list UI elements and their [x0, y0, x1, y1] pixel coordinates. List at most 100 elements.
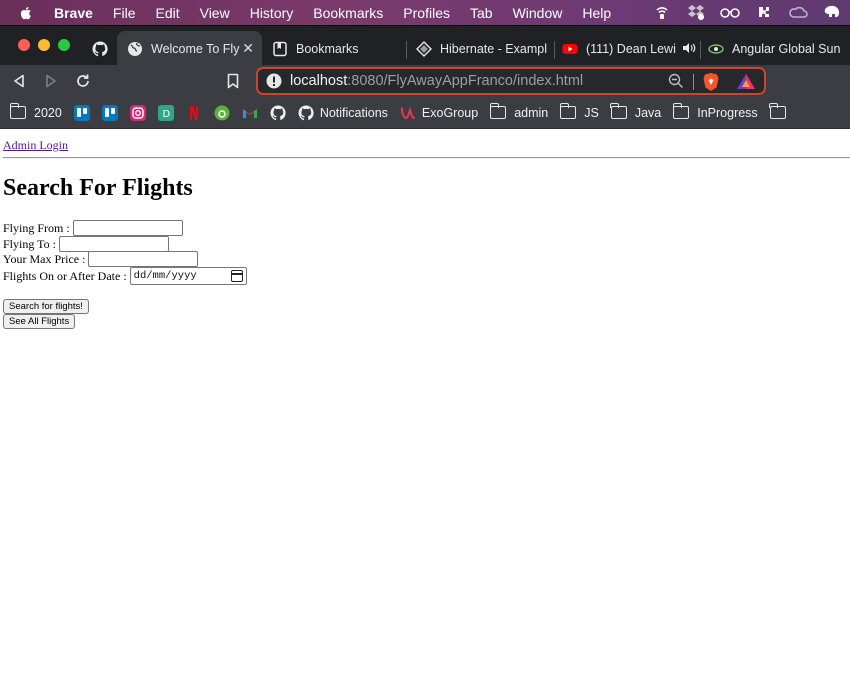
tab-angular[interactable]: Angular Global Sun: [698, 31, 850, 66]
bookmark-label: Notifications: [319, 105, 388, 120]
url-path: :8080/FlyAwayAppFranco/index.html: [347, 73, 584, 89]
instagram-icon: [129, 104, 146, 121]
bookmark-label: admin: [514, 105, 549, 120]
forward-arrow-icon: [46, 74, 56, 88]
horizontal-rule: [3, 157, 850, 159]
brave-shields-icon[interactable]: [702, 72, 720, 92]
brave-rewards-icon[interactable]: [736, 72, 756, 92]
flying-from-label: Flying From :: [3, 220, 70, 235]
creative-cloud-icon[interactable]: [788, 3, 808, 21]
reload-icon: [77, 74, 89, 87]
menu-view[interactable]: View: [200, 5, 230, 21]
bookmark-page-button[interactable]: [223, 71, 243, 91]
tab-hibernate[interactable]: Hibernate - Exampl: [406, 31, 554, 66]
close-tab-icon[interactable]: ✕: [242, 40, 254, 57]
folder-icon: [559, 103, 577, 119]
url-host: localhost: [290, 73, 348, 89]
menu-window[interactable]: Window: [513, 5, 563, 21]
bookmark-folder-2020[interactable]: 2020: [9, 103, 62, 120]
github-icon: [92, 40, 108, 56]
bookmark-trello-2[interactable]: [101, 104, 118, 121]
menu-history[interactable]: History: [250, 5, 294, 21]
menu-file[interactable]: File: [113, 5, 136, 21]
bookmark-folder-inprogress[interactable]: InProgress: [672, 103, 758, 120]
folder-icon: [9, 103, 26, 119]
bookmark-instagram[interactable]: [129, 104, 146, 121]
tab-youtube[interactable]: (111) Dean Lewi: [552, 31, 700, 66]
tab-title: Welcome To Fly: [151, 41, 240, 56]
tab-strip: Welcome To Fly ✕ Bookmarks Hibernate - E…: [0, 25, 850, 66]
reload-button[interactable]: [73, 71, 93, 91]
date-row: Flights On or After Date : dd/mm/yyyy: [3, 267, 247, 285]
bookmark-netflix[interactable]: [186, 105, 202, 121]
zoom-out-icon[interactable]: [668, 73, 684, 89]
close-window-button[interactable]: [18, 39, 30, 51]
address-bar[interactable]: localhost:8080/FlyAwayAppFranco/index.ht…: [256, 67, 766, 95]
wireless-icon[interactable]: [652, 3, 672, 21]
bookmark-folder-overflow[interactable]: [769, 103, 794, 119]
tab-pinned-github[interactable]: [84, 31, 116, 66]
menu-app-name[interactable]: Brave: [54, 5, 93, 21]
bookmark-folder-admin[interactable]: admin: [489, 103, 549, 120]
bookmark-label: JS: [584, 105, 599, 120]
bookmark-label: InProgress: [697, 105, 758, 120]
bookmark-icon: [273, 41, 287, 56]
github-icon: [270, 104, 286, 120]
tab-bookmarks[interactable]: Bookmarks: [262, 31, 402, 66]
zoom-window-button[interactable]: [58, 39, 70, 51]
menu-help[interactable]: Help: [582, 5, 611, 21]
page-heading: Search For Flights: [3, 175, 193, 201]
menu-edit[interactable]: Edit: [155, 5, 179, 21]
bookmark-label: 2020: [34, 105, 62, 120]
bookmark-notifications[interactable]: Notifications: [298, 104, 388, 121]
bookmark-outline-icon: [227, 73, 239, 89]
flying-from-input[interactable]: [72, 220, 183, 236]
bookmark-folder-java[interactable]: Java: [610, 103, 662, 120]
menu-bookmarks[interactable]: Bookmarks: [313, 5, 383, 21]
bookmark-green-app[interactable]: [214, 105, 230, 121]
svg-text:D: D: [162, 109, 170, 120]
trello-icon: [73, 104, 90, 121]
date-label: Flights On or After Date :: [3, 268, 127, 283]
flying-to-row: Flying To :: [3, 236, 169, 252]
max-price-input[interactable]: [88, 251, 199, 267]
github-icon: [298, 104, 314, 120]
bookmark-trello-1[interactable]: [73, 104, 90, 121]
tab-welcome[interactable]: Welcome To Fly ✕: [117, 31, 262, 66]
exogroup-icon: [400, 106, 415, 119]
menu-profiles[interactable]: Profiles: [403, 5, 450, 21]
elephant-icon[interactable]: [822, 3, 842, 21]
bookmark-gmail[interactable]: [242, 105, 258, 121]
apple-icon[interactable]: [18, 5, 34, 21]
menu-tab[interactable]: Tab: [470, 5, 493, 21]
glasses-icon[interactable]: [720, 3, 740, 21]
back-button[interactable]: [9, 71, 29, 91]
flying-to-input[interactable]: [58, 236, 169, 252]
site-info-icon[interactable]: [266, 73, 282, 89]
max-price-label: Your Max Price :: [3, 251, 86, 266]
web-page: Admin Login Search For Flights Flying Fr…: [0, 129, 850, 681]
bookmark-d-app[interactable]: D: [157, 104, 174, 121]
calendar-icon[interactable]: [230, 270, 243, 282]
folder-icon: [769, 103, 786, 119]
puzzle-icon[interactable]: [754, 3, 774, 21]
flying-to-label: Flying To :: [3, 236, 56, 251]
minimize-window-button[interactable]: [38, 39, 50, 51]
dropbox-icon[interactable]: [686, 3, 706, 21]
folder-icon: [610, 103, 627, 119]
date-input[interactable]: dd/mm/yyyy: [129, 267, 247, 285]
date-placeholder: dd/mm/yyyy: [133, 270, 197, 282]
see-all-flights-button[interactable]: See All Flights: [3, 314, 76, 329]
bookmark-exogroup[interactable]: ExoGroup: [400, 105, 478, 121]
bookmark-github[interactable]: [270, 104, 286, 121]
forward-button[interactable]: [41, 71, 61, 91]
bookmark-label: Java: [634, 105, 662, 120]
audio-playing-icon[interactable]: [682, 41, 696, 55]
url-text[interactable]: localhost:8080/FlyAwayAppFranco/index.ht…: [290, 73, 583, 89]
bookmarks-bar: 2020 D Notifications ExoGroup admin JS J…: [0, 97, 850, 129]
browser-toolbar: localhost:8080/FlyAwayAppFranco/index.ht…: [0, 65, 850, 97]
search-flights-button[interactable]: Search for flights!: [3, 299, 89, 314]
macos-menubar: Brave File Edit View History Bookmarks P…: [0, 0, 850, 25]
bookmark-folder-js[interactable]: JS: [559, 103, 599, 120]
admin-login-link[interactable]: Admin Login: [3, 138, 68, 153]
